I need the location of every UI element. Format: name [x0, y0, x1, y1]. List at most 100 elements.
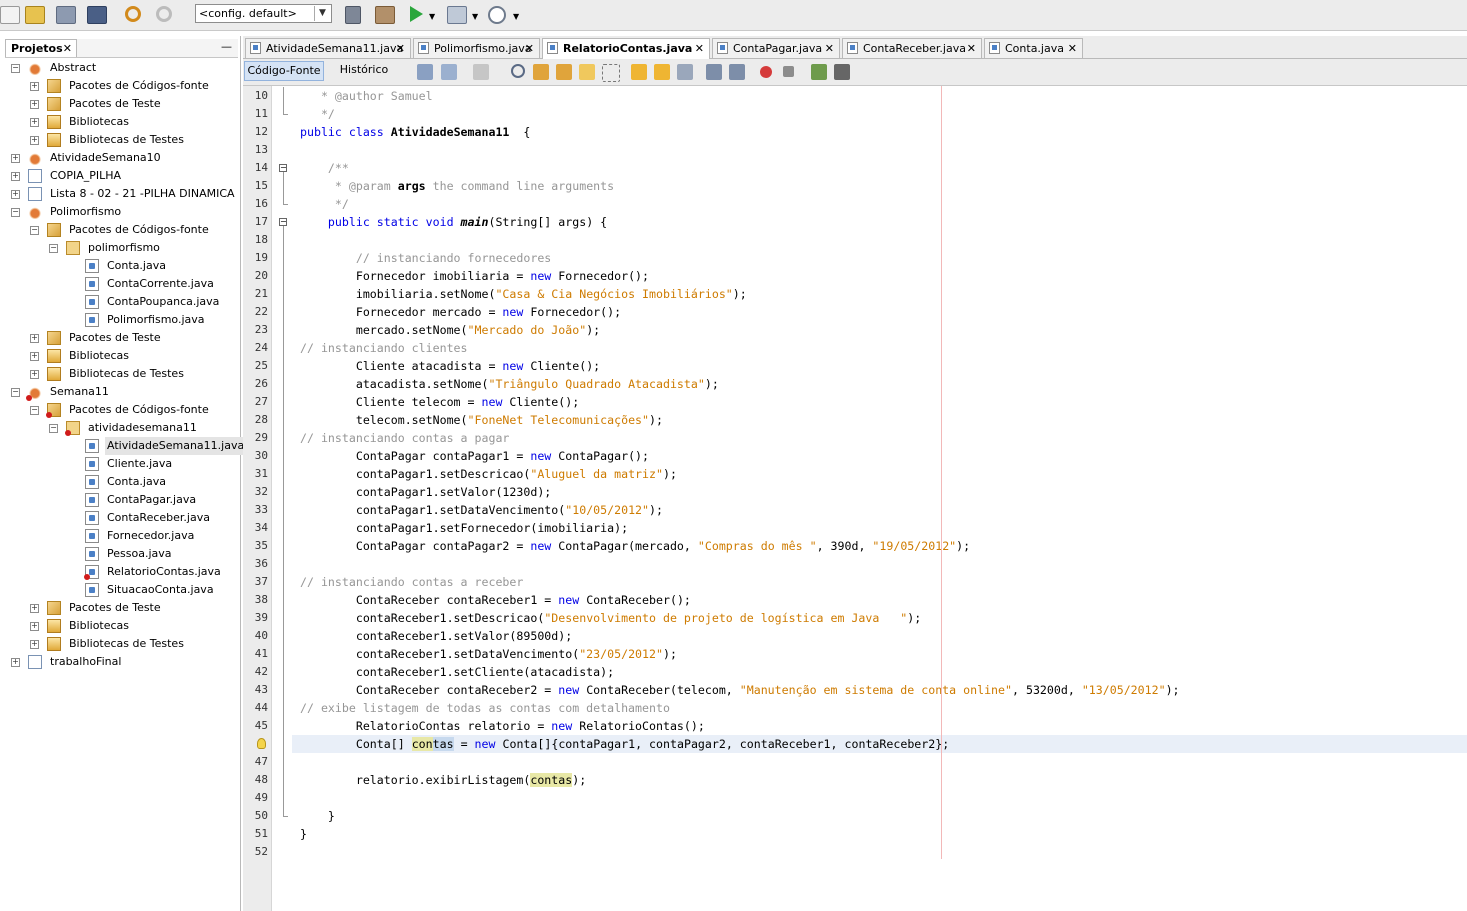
editor-tab[interactable]: ContaReceber.java ✕: [842, 38, 982, 58]
collapse-icon[interactable]: −: [30, 406, 39, 415]
tree-node[interactable]: ContaReceber.java: [0, 509, 240, 527]
fold-toggle-icon[interactable]: −: [279, 218, 287, 226]
tree-node[interactable]: + Bibliotecas: [0, 347, 240, 365]
tree-node[interactable]: SituacaoConta.java: [0, 581, 240, 599]
tree-node[interactable]: − Pacotes de Códigos-fonte: [0, 401, 240, 419]
profile-dropdown-icon[interactable]: ▼: [509, 3, 523, 25]
tree-node[interactable]: − Pacotes de Códigos-fonte: [0, 221, 240, 239]
history-tab[interactable]: Histórico: [333, 61, 395, 81]
close-icon[interactable]: ✕: [967, 39, 976, 58]
expand-icon[interactable]: +: [30, 334, 39, 343]
editor-tab[interactable]: Polimorfismo.java ✕: [413, 38, 540, 58]
editor-tab[interactable]: Conta.java ✕: [984, 38, 1083, 58]
last-edit-icon[interactable]: [417, 64, 433, 80]
save-all-icon[interactable]: [84, 3, 108, 25]
collapse-icon[interactable]: −: [30, 226, 39, 235]
chevron-down-icon[interactable]: ▼: [314, 6, 330, 21]
tree-node[interactable]: − polimorfismo: [0, 239, 240, 257]
collapse-icon[interactable]: −: [11, 208, 20, 217]
build-hammer-icon[interactable]: [342, 3, 366, 25]
tree-node[interactable]: − Abstract: [0, 59, 240, 77]
expand-icon[interactable]: +: [30, 622, 39, 631]
start-macro-icon[interactable]: [760, 66, 772, 78]
tree-node[interactable]: Cliente.java: [0, 455, 240, 473]
expand-icon[interactable]: +: [11, 154, 20, 163]
tree-node[interactable]: Fornecedor.java: [0, 527, 240, 545]
tree-node[interactable]: + Bibliotecas: [0, 617, 240, 635]
redo-icon[interactable]: [153, 3, 177, 25]
tree-node[interactable]: Conta.java: [0, 473, 240, 491]
forward-icon[interactable]: [473, 64, 489, 80]
open-project-icon[interactable]: [53, 3, 77, 25]
close-icon[interactable]: ✕: [695, 39, 704, 58]
run-dropdown-icon[interactable]: ▼: [425, 3, 439, 25]
tree-node[interactable]: AtividadeSemana11.java: [0, 437, 247, 455]
tree-node[interactable]: ContaPoupanca.java: [0, 293, 240, 311]
tree-node[interactable]: + Bibliotecas de Testes: [0, 131, 240, 149]
expand-icon[interactable]: +: [30, 370, 39, 379]
fold-toggle-icon[interactable]: −: [279, 164, 287, 172]
comment-icon[interactable]: [811, 64, 827, 80]
undo-icon[interactable]: [122, 3, 146, 25]
tree-node[interactable]: + AtividadeSemana10: [0, 149, 240, 167]
uncomment-icon[interactable]: [834, 64, 850, 80]
tree-node[interactable]: + trabalhoFinal: [0, 653, 240, 671]
tree-node[interactable]: − atividadesemana11: [0, 419, 240, 437]
editor-tab[interactable]: RelatorioContas.java ✕: [542, 38, 710, 59]
close-icon[interactable]: ✕: [396, 39, 405, 58]
stop-macro-icon[interactable]: [783, 66, 794, 77]
tree-node[interactable]: + Pacotes de Teste: [0, 95, 240, 113]
collapse-icon[interactable]: −: [49, 244, 58, 253]
expand-icon[interactable]: +: [11, 190, 20, 199]
code-area[interactable]: * @author Samuel */ public class Atividad…: [292, 86, 1467, 911]
expand-icon[interactable]: +: [30, 100, 39, 109]
expand-icon[interactable]: +: [30, 640, 39, 649]
close-icon[interactable]: ✕: [825, 39, 834, 58]
tree-node[interactable]: + Pacotes de Teste: [0, 329, 240, 347]
expand-icon[interactable]: +: [30, 604, 39, 613]
toggle-rect-select-icon[interactable]: [602, 64, 620, 82]
collapse-icon[interactable]: −: [11, 64, 20, 73]
expand-icon[interactable]: +: [30, 352, 39, 361]
profile-project-icon[interactable]: [485, 3, 509, 25]
minimize-icon[interactable]: —: [221, 39, 232, 55]
expand-icon[interactable]: +: [30, 136, 39, 145]
next-bookmark-icon[interactable]: [654, 64, 670, 80]
tree-node[interactable]: + Lista 8 - 02 - 21 -PILHA DINAMICA: [0, 185, 240, 203]
expand-icon[interactable]: +: [30, 118, 39, 127]
find-next-icon[interactable]: [556, 64, 572, 80]
tree-node[interactable]: Pessoa.java: [0, 545, 240, 563]
collapse-icon[interactable]: −: [49, 424, 58, 433]
debug-dropdown-icon[interactable]: ▼: [468, 3, 482, 25]
new-project-icon[interactable]: [22, 3, 46, 25]
editor-tab[interactable]: AtividadeSemana11.java ✕: [245, 38, 411, 58]
tree-node[interactable]: + Pacotes de Códigos-fonte: [0, 77, 240, 95]
back-icon[interactable]: [441, 64, 457, 80]
new-file-icon[interactable]: [0, 3, 24, 25]
debug-project-icon[interactable]: [444, 3, 468, 25]
clean-build-icon[interactable]: [372, 3, 396, 25]
tree-node[interactable]: ContaPagar.java: [0, 491, 240, 509]
tree-node[interactable]: + COPIA_PILHA: [0, 167, 240, 185]
tree-node[interactable]: + Bibliotecas de Testes: [0, 365, 240, 383]
close-icon[interactable]: ✕: [63, 40, 72, 57]
configuration-select[interactable]: <config. default> ▼: [195, 4, 332, 23]
expand-icon[interactable]: +: [30, 82, 39, 91]
projects-tab[interactable]: Projetos ✕: [5, 39, 77, 57]
tree-node[interactable]: Polimorfismo.java: [0, 311, 240, 329]
tree-node[interactable]: − Semana11: [0, 383, 240, 401]
tree-node[interactable]: RelatorioContas.java: [0, 563, 240, 581]
find-previous-icon[interactable]: [533, 64, 549, 80]
toggle-bookmark-icon[interactable]: [677, 64, 693, 80]
expand-icon[interactable]: +: [11, 658, 20, 667]
source-tab[interactable]: Código-Fonte: [244, 61, 324, 81]
lightbulb-hint-icon[interactable]: [257, 738, 266, 749]
previous-bookmark-icon[interactable]: [631, 64, 647, 80]
tree-node[interactable]: + Bibliotecas: [0, 113, 240, 131]
close-icon[interactable]: ✕: [1068, 39, 1077, 58]
expand-icon[interactable]: +: [11, 172, 20, 181]
tree-node[interactable]: Conta.java: [0, 257, 240, 275]
tree-node[interactable]: + Pacotes de Teste: [0, 599, 240, 617]
tree-node[interactable]: + Bibliotecas de Testes: [0, 635, 240, 653]
toggle-highlight-icon[interactable]: [579, 64, 595, 80]
